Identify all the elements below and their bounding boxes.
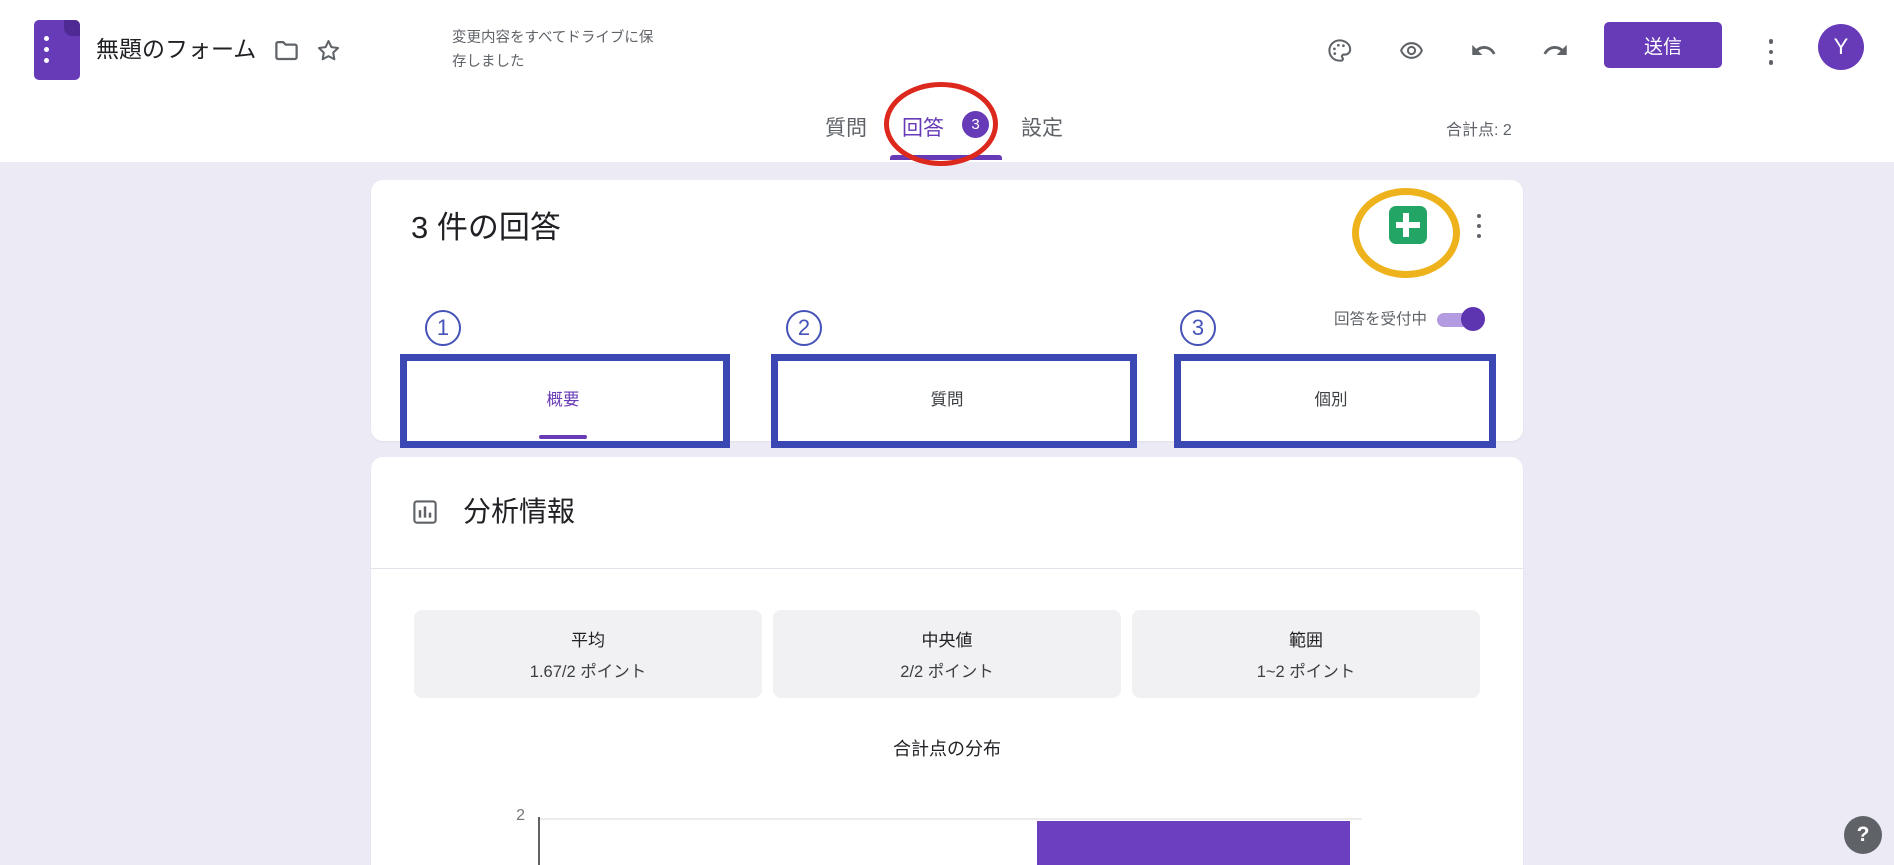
stat-value: 2/2 ポイント xyxy=(900,658,994,682)
tab-settings[interactable]: 設定 xyxy=(1021,112,1063,142)
annotation-red-circle xyxy=(884,82,998,166)
annotation-blue-box-summary xyxy=(400,354,730,448)
logo-list-row xyxy=(44,58,49,63)
chart-bar-score-2 xyxy=(1037,821,1350,865)
annotation-yellow-circle xyxy=(1352,188,1460,278)
folder-icon[interactable] xyxy=(264,28,308,72)
stat-label: 範囲 xyxy=(1289,626,1323,651)
logo-fold xyxy=(64,20,80,36)
save-status-text: 変更内容をすべてドライブに保存しました xyxy=(452,26,664,74)
tab-questions[interactable]: 質問 xyxy=(825,112,867,142)
responses-more-menu-icon[interactable] xyxy=(1467,210,1491,242)
logo-list-row xyxy=(44,47,49,52)
undo-icon[interactable] xyxy=(1461,28,1505,72)
google-forms-responses-page: 無題のフォーム 変更内容をすべてドライブに保存しました xyxy=(0,0,1894,865)
annotation-blue-box-question xyxy=(771,354,1137,448)
insights-card: 分析情報 平均 1.67/2 ポイント 中央値 2/2 ポイント 範囲 1~2 … xyxy=(371,457,1523,865)
more-menu-icon[interactable] xyxy=(1749,30,1793,74)
annotation-blue-box-individual xyxy=(1174,354,1496,448)
annotation-step-number-1: 1 xyxy=(425,310,461,346)
help-button[interactable]: ? xyxy=(1844,816,1882,854)
total-points-label: 合計点: 2 xyxy=(1446,116,1512,140)
form-title[interactable]: 無題のフォーム xyxy=(96,30,256,64)
annotation-step-number-2: 2 xyxy=(786,310,822,346)
send-button[interactable]: 送信 xyxy=(1604,22,1722,68)
chart-title: 合計点の分布 xyxy=(371,735,1523,761)
annotation-step-number-3: 3 xyxy=(1180,310,1216,346)
accepting-responses-toggle[interactable] xyxy=(1435,305,1485,333)
palette-icon[interactable] xyxy=(1317,28,1361,72)
responses-count-title: 3 件の回答 xyxy=(411,202,561,247)
stat-label: 中央値 xyxy=(922,626,973,651)
stat-value: 1.67/2 ポイント xyxy=(530,658,646,682)
divider xyxy=(371,568,1523,569)
star-icon[interactable] xyxy=(306,28,350,72)
stat-label: 平均 xyxy=(571,626,605,651)
stats-row: 平均 1.67/2 ポイント 中央値 2/2 ポイント 範囲 1~2 ポイント xyxy=(414,610,1480,698)
redo-icon[interactable] xyxy=(1533,28,1577,72)
stat-median: 中央値 2/2 ポイント xyxy=(773,610,1121,698)
bar-chart-icon xyxy=(410,497,440,532)
logo-list-row xyxy=(44,36,49,41)
stat-range: 範囲 1~2 ポイント xyxy=(1132,610,1480,698)
google-forms-logo-icon[interactable] xyxy=(34,20,80,80)
chart-y-axis xyxy=(538,817,540,865)
chart-ytick-2: 2 xyxy=(495,807,525,825)
accepting-responses-label: 回答を受付中 xyxy=(1334,307,1427,329)
preview-eye-icon[interactable] xyxy=(1389,28,1433,72)
toggle-knob xyxy=(1461,307,1485,331)
account-avatar[interactable]: Y xyxy=(1818,24,1864,70)
insights-header: 分析情報 xyxy=(371,457,1523,568)
chart-gridline xyxy=(540,818,1362,820)
stat-average: 平均 1.67/2 ポイント xyxy=(414,610,762,698)
insights-title: 分析情報 xyxy=(463,490,575,530)
stat-value: 1~2 ポイント xyxy=(1257,658,1356,682)
